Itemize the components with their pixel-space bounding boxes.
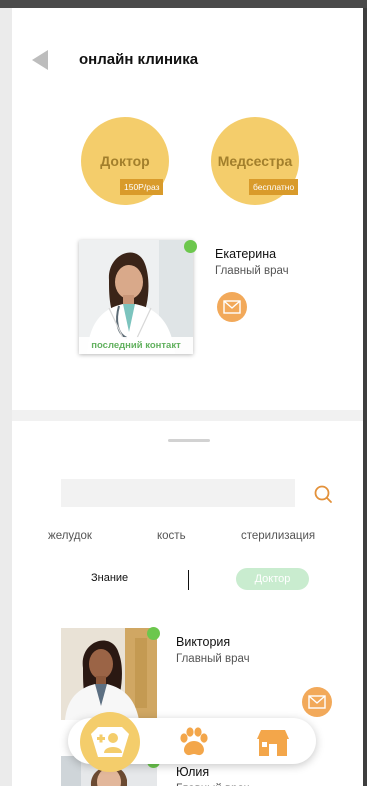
last-contact-role: Главный врач	[215, 265, 289, 277]
toggle-knowledge[interactable]: Знание	[91, 572, 128, 584]
last-contact-caption: последний контакт	[79, 337, 193, 354]
back-button[interactable]	[30, 48, 50, 72]
mail-icon	[308, 695, 326, 709]
last-contact-card[interactable]: последний контакт	[79, 240, 193, 354]
page-title: онлайн клиника	[79, 51, 199, 68]
last-contact-name: Екатерина	[215, 247, 277, 261]
search-icon	[314, 485, 332, 503]
mail-icon	[223, 300, 241, 314]
search-input[interactable]	[61, 479, 295, 507]
nav-clinic-button[interactable]	[80, 712, 140, 772]
search-button[interactable]	[312, 483, 334, 505]
doctor-role: Главный врач	[176, 653, 250, 665]
window-edge-left	[0, 8, 12, 786]
back-arrow-icon	[32, 50, 48, 70]
category-bone[interactable]: кость	[157, 530, 186, 542]
toggle-separator	[188, 570, 189, 590]
paw-icon[interactable]	[176, 726, 210, 758]
nurse-role-button[interactable]: Медсестра бесплатно	[211, 117, 299, 205]
doctor-name: Виктория	[176, 635, 231, 649]
doctor-photo	[61, 628, 157, 720]
nurse-price-badge: бесплатно	[249, 179, 299, 195]
clinic-icon	[91, 727, 129, 757]
online-status-dot	[184, 240, 197, 253]
category-stomach[interactable]: желудок	[48, 530, 92, 542]
category-sterilization[interactable]: стерилизация	[241, 530, 315, 542]
app-screen: онлайн клиника Доктор 150Р/раз Медсестра…	[0, 0, 367, 786]
house-icon[interactable]	[255, 727, 291, 757]
online-status-dot	[147, 627, 160, 640]
doctor-price-badge: 150Р/раз	[120, 179, 164, 195]
doctor-role-label: Доктор	[100, 153, 150, 169]
status-bar	[0, 0, 367, 8]
message-button[interactable]	[217, 292, 247, 322]
section-divider	[12, 410, 363, 421]
toggle-doctor[interactable]: Доктор	[236, 568, 309, 590]
message-button[interactable]	[302, 687, 332, 717]
doctor-name: Юлия	[176, 765, 210, 779]
window-edge-right	[363, 8, 367, 786]
drag-handle[interactable]	[168, 439, 210, 442]
doctor-list-item[interactable]	[61, 628, 157, 720]
doctor-role-button[interactable]: Доктор 150Р/раз	[81, 117, 169, 205]
nurse-role-label: Медсестра	[217, 153, 293, 169]
